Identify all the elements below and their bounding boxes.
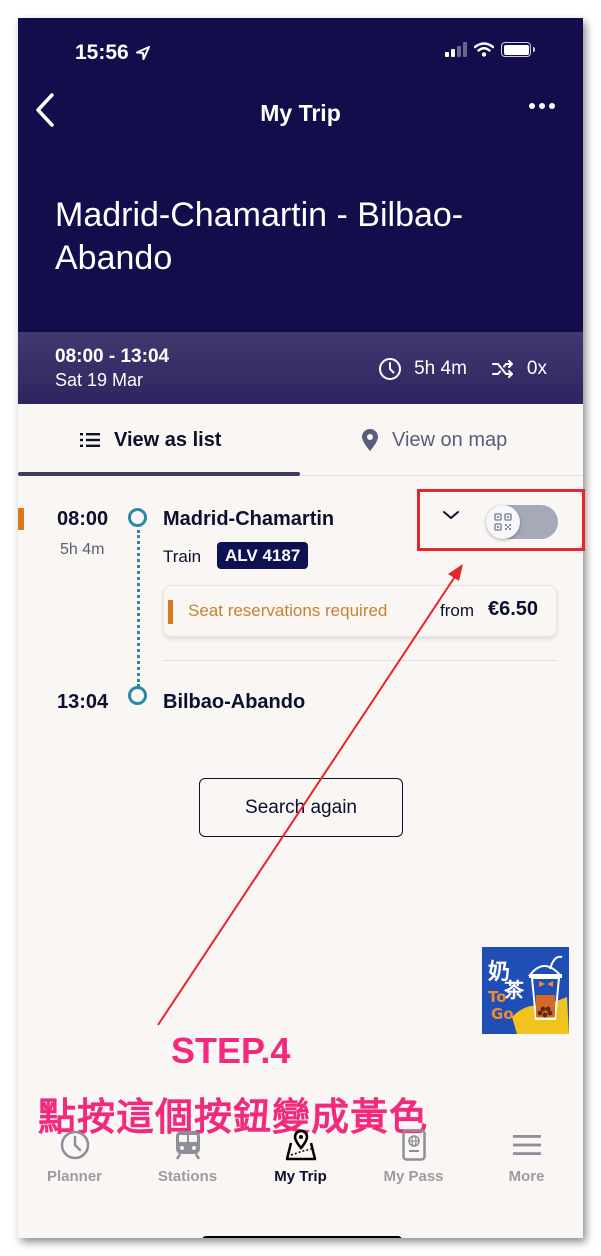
seat-reservation-card[interactable]: Seat reservations required from €6.50 [163,585,557,637]
transfers-text: 0x [526,358,547,379]
tab-label: View as list [114,428,222,451]
status-time: 15:56 [75,41,151,65]
arrival-dot [128,686,147,705]
svg-text:To: To [488,988,507,1006]
menu-icon [512,1135,541,1155]
tab-view-on-map[interactable]: View on map [362,404,507,476]
train-number-badge: ALV 4187 [217,542,309,569]
tabbar-item-stations[interactable]: Stations [131,1128,244,1198]
view-tabs: View as list View on map [18,404,583,476]
tabbar-label: My Pass [383,1168,444,1185]
tabbar-item-planner[interactable]: Planner [18,1128,131,1198]
divider [163,660,557,661]
page-title: My Trip [260,100,341,126]
ellipsis-icon [529,103,535,109]
leg-warning-marker [18,508,24,530]
expand-button[interactable] [441,508,461,527]
chevron-down-icon [443,511,459,519]
transport-mode: Train [163,547,202,566]
price-value: €6.50 [488,598,539,620]
departure-station[interactable]: Madrid-Chamartin [163,508,334,531]
trip-summary: 08:00 - 13:04 Sat 19 Mar 5h 4m 0x [18,332,583,404]
search-again-button[interactable]: Search again [199,778,403,837]
map-pin-icon [362,429,378,451]
tabbar-item-my-trip[interactable]: My Trip [244,1128,357,1198]
route-title: Madrid-Chamartin - Bilbao-Abando [55,196,464,277]
departure-dot [128,508,147,527]
clock-icon [60,1130,89,1160]
tabbar-label: Planner [46,1168,103,1185]
leg-duration: 5h 4m [60,541,105,558]
clock-text: 15:56 [75,41,129,64]
bottom-tab-bar: Planner Stations My Trip My Pass More [18,1128,583,1198]
active-tab-indicator [18,472,300,476]
map-trip-icon [285,1129,316,1161]
svg-text:茶: 茶 [504,978,525,1002]
phone-screen: 15:56 My Trip Madrid-Chamartin - Bilbao-… [18,18,583,1238]
tabbar-item-my-pass[interactable]: My Pass [357,1128,470,1198]
status-icons [445,42,535,57]
qr-code-icon [494,513,512,531]
shuffle-icon [491,360,513,378]
timeline-line [137,530,140,687]
passport-icon [401,1129,426,1161]
tabbar-label: More [508,1168,545,1185]
departure-time: 08:00 [57,508,109,530]
cellular-signal-icon [445,42,467,57]
time-range: 08:00 - 13:04 [55,346,170,367]
clock-icon [379,358,402,380]
tabbar-item-more[interactable]: More [470,1128,583,1198]
location-arrow-icon [135,46,150,60]
home-indicator [202,1236,402,1238]
price-from-label: from [440,601,474,620]
tabbar-label: My Trip [274,1168,327,1185]
tab-label: View on map [392,428,508,451]
wifi-icon [474,42,494,57]
battery-icon [501,42,535,57]
milk-tea-sticker: 奶 茶 To Go [482,947,569,1034]
trip-date: Sat 19 Mar [55,370,144,390]
more-options-button[interactable] [529,103,555,109]
duration-text: 5h 4m [414,358,467,379]
qr-ticket-toggle[interactable] [486,505,558,539]
toggle-knob [486,505,520,539]
arrival-station[interactable]: Bilbao-Abando [163,691,305,714]
svg-text:Go: Go [491,1005,514,1023]
step-label: STEP.4 [171,1030,291,1071]
bubble-tea-icon: 奶 茶 To Go [482,947,569,1034]
warning-bar [168,600,173,624]
seat-reservation-text: Seat reservations required [188,601,388,620]
tab-view-as-list[interactable]: View as list [80,404,221,476]
train-icon [175,1131,200,1160]
list-icon [80,433,100,447]
arrival-time: 13:04 [57,691,109,713]
header: 15:56 My Trip Madrid-Chamartin - Bilbao-… [18,18,583,332]
tabbar-label: Stations [157,1168,218,1185]
